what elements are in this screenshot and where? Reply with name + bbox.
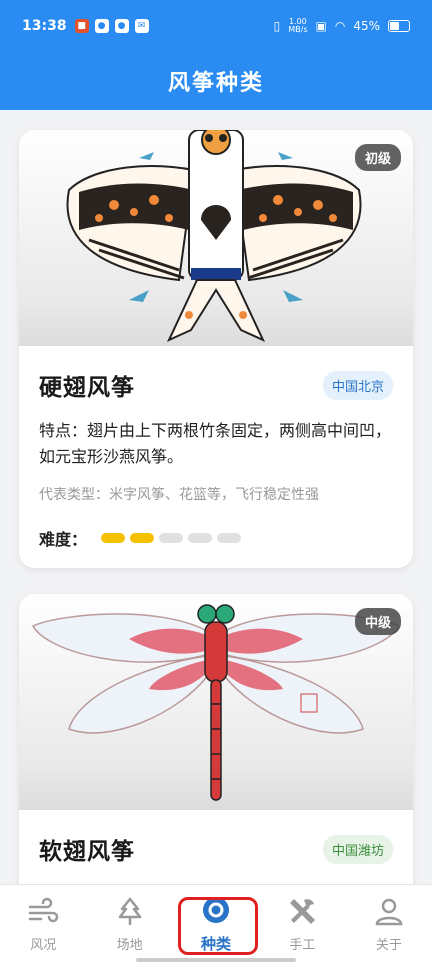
swallow-kite-image: 初级 <box>19 130 413 346</box>
tab-field[interactable]: 场地 <box>86 885 172 964</box>
kite-card-soft-wing[interactable]: 中级 软翅风筝 中国潍坊 <box>19 594 413 884</box>
difficulty-dot <box>130 533 155 543</box>
wifi-icon: ◠ <box>334 19 346 33</box>
difficulty-rating: 难度： <box>19 504 413 550</box>
tools-icon <box>290 899 316 924</box>
tab-label: 风况 <box>30 938 57 953</box>
battery-icon <box>388 20 410 32</box>
mail-notification-icon: ✉ <box>134 19 149 33</box>
kite-card-hard-wing[interactable]: 初级 硬翅风筝 中国北京 特点：翅片由上下两根竹条固定，两侧高中间凹，如元宝形沙… <box>19 130 413 568</box>
difficulty-label: 难度： <box>39 530 88 549</box>
difficulty-dot <box>159 533 184 543</box>
user-icon <box>375 898 403 926</box>
level-badge: 初级 <box>354 144 401 171</box>
highlight-ring <box>177 897 258 955</box>
tab-wind[interactable]: 风况 <box>0 885 86 964</box>
tab-handcraft[interactable]: 手工 <box>259 885 345 964</box>
location-tag: 中国北京 <box>322 370 393 400</box>
vibrate-icon: ▯ <box>273 19 281 33</box>
network-speed: 1.00 MB/s <box>288 17 308 34</box>
tab-about[interactable]: 关于 <box>346 885 432 964</box>
tab-category[interactable]: 种类 <box>173 885 259 964</box>
status-time: 13:38 <box>22 18 67 34</box>
card-title: 硬翅风筝 <box>39 375 135 401</box>
status-bar: 13:38 ■ ● ● ✉ ▯ 1.00 MB/s ▣ ◠ 45% <box>0 0 432 52</box>
level-badge: 中级 <box>354 608 401 635</box>
home-indicator <box>136 958 296 962</box>
location-tag: 中国潍坊 <box>322 834 393 864</box>
card-description: 特点：翅片由上下两根竹条固定，两侧高中间凹，如元宝形沙燕风筝。 <box>39 421 392 466</box>
bottom-tab-bar: 风况 场地 种类 手工 关于 <box>0 884 432 964</box>
difficulty-dot <box>188 533 213 543</box>
page-title: 风筝种类 <box>0 52 432 110</box>
difficulty-dot <box>101 533 126 543</box>
tab-label: 手工 <box>289 938 316 953</box>
app-notification-icon: ■ <box>74 19 89 33</box>
tab-label: 关于 <box>375 938 402 953</box>
wind-icon <box>28 897 59 923</box>
difficulty-dot <box>217 533 242 543</box>
notification-icons: ■ ● ● ✉ <box>74 19 149 33</box>
card-title: 软翅风筝 <box>39 839 135 865</box>
sim-icon: ▣ <box>315 19 327 33</box>
tab-label: 场地 <box>116 938 143 953</box>
battery-percent: 45% <box>353 19 380 33</box>
kite-type-list[interactable]: 初级 硬翅风筝 中国北京 特点：翅片由上下两根竹条固定，两侧高中间凹，如元宝形沙… <box>0 110 432 884</box>
app-notification-icon: ● <box>94 19 109 33</box>
card-types: 代表类型：米字风筝、花篮等，飞行稳定性强 <box>39 487 319 503</box>
app-notification-icon: ● <box>114 19 129 33</box>
tree-icon <box>118 897 141 925</box>
dragonfly-kite-image: 中级 <box>19 594 413 810</box>
